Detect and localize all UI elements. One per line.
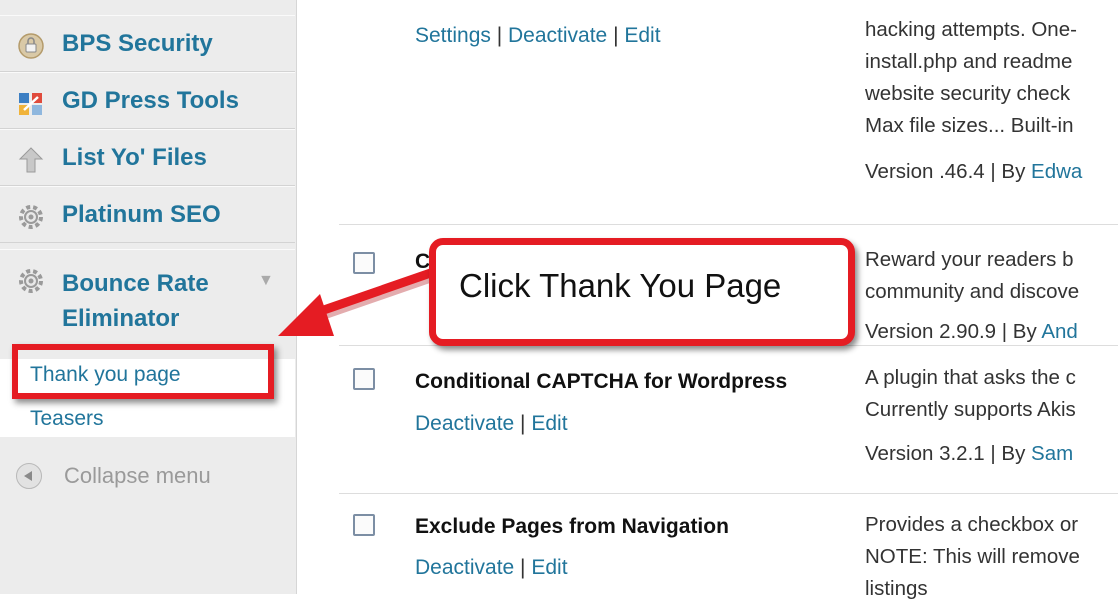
- sidebar-item-bps-security[interactable]: BPS Security: [0, 15, 295, 72]
- plugin-checkbox[interactable]: [353, 368, 375, 390]
- callout-text: Click Thank You Page: [459, 267, 782, 304]
- version-text: Version 3.2.1: [865, 442, 985, 465]
- edit-link[interactable]: Edit: [624, 24, 660, 47]
- gear-icon: [16, 266, 46, 296]
- by-text: By: [1001, 160, 1026, 183]
- plugin-version-line: Version 3.2.1 | By Sam: [865, 442, 1074, 465]
- author-link[interactable]: Edwa: [1031, 160, 1082, 183]
- description-line: install.php and readme: [865, 50, 1073, 73]
- sidebar-item-platinum-seo[interactable]: Platinum SEO: [0, 186, 295, 243]
- admin-sidebar: BPS Security GD Press Tools List Yo' Fil…: [0, 0, 297, 594]
- author-link[interactable]: Sam: [1031, 442, 1073, 465]
- description-line: hacking attempts. One-: [865, 18, 1077, 41]
- sidebar-item-list-yo-files[interactable]: List Yo' Files: [0, 129, 295, 186]
- plugin-version-line: Version .46.4 | By Edwa: [865, 160, 1083, 183]
- deactivate-link[interactable]: Deactivate: [508, 24, 607, 47]
- description-line: community and discove: [865, 280, 1080, 303]
- sidebar-item-bounce-rate-eliminator[interactable]: Bounce Rate Eliminator ▼: [0, 249, 295, 359]
- description-line: A plugin that asks the c: [865, 366, 1076, 389]
- plugin-description: A plugin that asks the c Currently suppo…: [865, 362, 1118, 470]
- plugin-description: Provides a checkbox or NOTE: This will r…: [865, 509, 1118, 605]
- instruction-callout: Click Thank You Page: [429, 238, 855, 346]
- version-text: Version .46.4: [865, 160, 985, 183]
- collapse-menu-label: Collapse menu: [64, 463, 211, 488]
- tools-icon: [16, 88, 46, 118]
- plugin-name: Exclude Pages from Navigation: [415, 515, 729, 538]
- sidebar-item-label: GD Press Tools: [62, 87, 239, 114]
- plugin-actions: Settings | Deactivate | Edit: [415, 24, 661, 47]
- edit-link[interactable]: Edit: [531, 556, 567, 579]
- sidebar-item-gd-press-tools[interactable]: GD Press Tools: [0, 72, 295, 129]
- submenu-item-teasers[interactable]: Teasers: [30, 407, 104, 431]
- plugin-name: Conditional CAPTCHA for Wordpress: [415, 370, 788, 393]
- highlight-box: [12, 344, 274, 399]
- plugin-version-line: Version 2.90.9 | By And: [865, 320, 1078, 343]
- description-line: Max file sizes... Built-in: [865, 114, 1074, 137]
- plugin-description: hacking attempts. One- install.php and r…: [865, 14, 1118, 188]
- shield-lock-icon: [16, 31, 46, 61]
- deactivate-link[interactable]: Deactivate: [415, 412, 514, 435]
- plugin-checkbox[interactable]: [353, 252, 375, 274]
- sidebar-item-label: List Yo' Files: [62, 144, 207, 171]
- description-line: Reward your readers b: [865, 248, 1074, 271]
- by-text: By: [1001, 442, 1026, 465]
- description-line: Currently supports Akis: [865, 398, 1076, 421]
- description-line: listings: [865, 577, 928, 600]
- author-link[interactable]: And: [1041, 320, 1077, 343]
- version-text: Version 2.90.9: [865, 320, 997, 343]
- sidebar-item-label: Bounce Rate Eliminator: [62, 266, 209, 336]
- gear-icon: [16, 202, 46, 232]
- bounce-label-line2: Eliminator: [62, 305, 180, 332]
- sidebar-item-label: Platinum SEO: [62, 201, 221, 228]
- plugin-name: C: [415, 250, 431, 273]
- description-line: Provides a checkbox or: [865, 513, 1079, 536]
- collapse-arrow-icon: [16, 463, 42, 489]
- settings-link[interactable]: Settings: [415, 24, 491, 47]
- plugin-checkbox[interactable]: [353, 514, 375, 536]
- plugin-description: Reward your readers b community and disc…: [865, 244, 1118, 348]
- deactivate-link[interactable]: Deactivate: [415, 556, 514, 579]
- upload-arrow-icon: [16, 145, 46, 175]
- plugin-actions: Deactivate | Edit: [415, 412, 568, 435]
- edit-link[interactable]: Edit: [531, 412, 567, 435]
- description-line: NOTE: This will remove: [865, 545, 1080, 568]
- description-line: website security check: [865, 82, 1071, 105]
- plugin-actions: Deactivate | Edit: [415, 556, 568, 579]
- bounce-label-line1: Bounce Rate: [62, 270, 209, 297]
- by-text: By: [1012, 320, 1037, 343]
- sidebar-item-label: BPS Security: [62, 30, 213, 57]
- chevron-down-icon[interactable]: ▼: [258, 272, 274, 290]
